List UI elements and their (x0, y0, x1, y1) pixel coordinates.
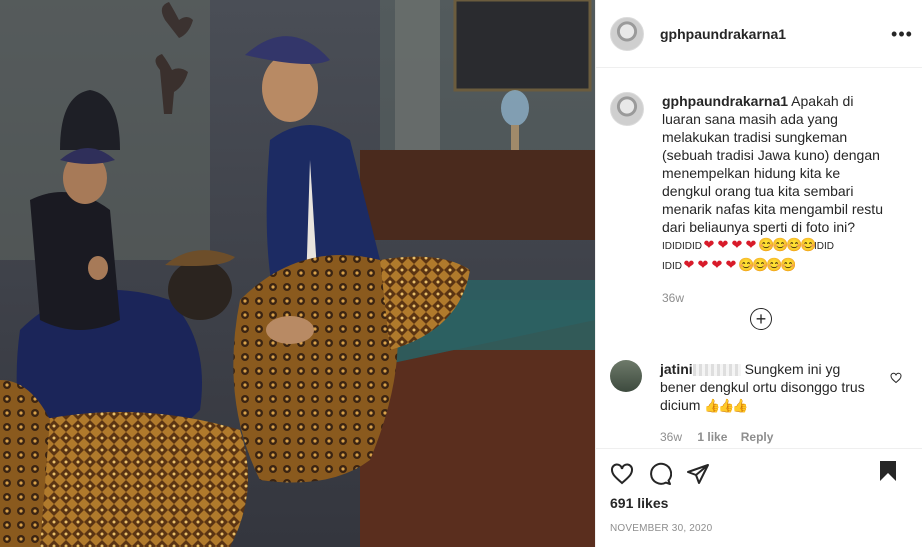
smile-emoji: 😊 (738, 257, 755, 272)
caption-text: Apakah di luaran sana masih ada yang mel… (662, 93, 883, 235)
thumbs-up-emoji: 👍 (704, 398, 721, 413)
comment-item: jatini Sungkem ini yg bener dengkul ortu… (610, 360, 912, 446)
smile-emoji: 😊 (758, 237, 775, 252)
post-date: NOVEMBER 30, 2020 (610, 523, 713, 534)
comments-section: gphpaundrakarna1 Apakah di luaran sana m… (596, 68, 922, 448)
smile-emoji: 😊 (800, 237, 817, 252)
author-avatar[interactable] (610, 16, 644, 51)
caption-body: gphpaundrakarna1 Apakah di luaran sana m… (662, 92, 892, 307)
reply-button[interactable]: Reply (741, 430, 774, 444)
caption-emoji-line-2: IDID ❤ ❤ ❤ ❤ 😊😊😊😊 (662, 256, 892, 276)
emoji-suffix-1: IDID (814, 241, 834, 252)
heart-emoji: ❤ (731, 237, 743, 252)
comment-username[interactable]: jatini (660, 361, 693, 377)
action-icons (610, 459, 908, 489)
likes-count[interactable]: 691 likes (610, 495, 908, 511)
heart-emoji: ❤ (703, 237, 715, 252)
caption-username[interactable]: gphpaundrakarna1 (662, 93, 788, 109)
bookmark-icon[interactable] (876, 459, 900, 483)
smile-emoji: 😊 (780, 257, 797, 272)
smile-emoji: 😊 (772, 237, 789, 252)
comment-meta: 36w 1 like Reply (660, 428, 870, 446)
share-icon[interactable] (686, 462, 710, 486)
thumbs-up-emoji: 👍 (718, 398, 735, 413)
smile-emoji: 😊 (786, 237, 803, 252)
commenter-avatar[interactable] (610, 360, 642, 392)
emoji-prefix-1: IDIDIDID (662, 241, 702, 252)
heart-emoji: ❤ (697, 257, 709, 272)
author-username[interactable]: gphpaundrakarna1 (660, 26, 786, 42)
instagram-post: gphpaundrakarna1 ••• gphpaundrakarna1 Ap… (0, 0, 922, 547)
post-photo-art (0, 0, 595, 547)
heart-emoji: ❤ (711, 257, 723, 272)
post-header: gphpaundrakarna1 ••• (596, 0, 922, 68)
comment-time: 36w (660, 430, 683, 444)
smile-emoji: 😊 (766, 257, 783, 272)
comment-body: jatini Sungkem ini yg bener dengkul ortu… (660, 360, 870, 446)
more-icon[interactable]: ••• (890, 22, 914, 46)
caption-emoji-line-1: IDIDIDID ❤ ❤ ❤ ❤ 😊😊😊😊IDID (662, 236, 892, 256)
caption-time: 36w (662, 291, 685, 305)
post-actions: 691 likes NOVEMBER 30, 2020 (596, 448, 922, 534)
caption-avatar[interactable] (610, 92, 644, 126)
heart-emoji: ❤ (683, 257, 695, 272)
heart-emoji: ❤ (745, 237, 757, 252)
comment-likes[interactable]: 1 like (697, 430, 727, 444)
heart-emoji: ❤ (717, 237, 729, 252)
plus-circle-icon[interactable]: + (750, 308, 772, 330)
comment-like-heart-icon[interactable] (890, 372, 902, 387)
caption: gphpaundrakarna1 Apakah di luaran sana m… (596, 68, 922, 307)
comment-icon[interactable] (648, 462, 672, 486)
post-photo[interactable] (0, 0, 595, 547)
redacted-username-part (692, 364, 741, 377)
thumbs-up-emoji: 👍 (732, 398, 749, 413)
heart-emoji: ❤ (725, 257, 737, 272)
post-sidebar: gphpaundrakarna1 ••• gphpaundrakarna1 Ap… (595, 0, 922, 547)
heart-icon[interactable] (610, 462, 634, 486)
emoji-prefix-2: IDID (662, 261, 682, 272)
smile-emoji: 😊 (752, 257, 769, 272)
